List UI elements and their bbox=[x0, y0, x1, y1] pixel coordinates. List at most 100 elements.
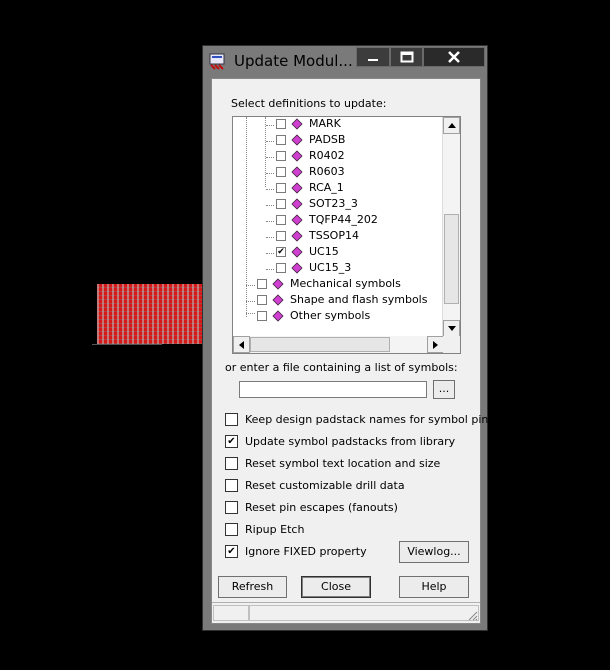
close-window-button[interactable] bbox=[423, 47, 485, 67]
tree-group-label: Other symbols bbox=[290, 309, 371, 322]
window-title: Update Modul... bbox=[234, 52, 353, 70]
option-checkbox[interactable] bbox=[225, 413, 238, 426]
tree-item[interactable]: TSSOP14 bbox=[233, 229, 443, 245]
symbol-icon bbox=[291, 198, 303, 210]
tree-item-label: UC15_3 bbox=[309, 261, 352, 274]
tree-item-label: R0402 bbox=[309, 149, 345, 162]
tree-item[interactable]: TQFP44_202 bbox=[233, 213, 443, 229]
tree-item-checkbox[interactable] bbox=[276, 167, 286, 177]
symbol-icon bbox=[291, 150, 303, 162]
scroll-right-button[interactable] bbox=[427, 336, 444, 353]
option-label: Ignore FIXED property bbox=[245, 545, 367, 558]
option-checkbox[interactable] bbox=[225, 479, 238, 492]
close-button[interactable]: Close bbox=[301, 576, 371, 598]
scroll-down-button[interactable] bbox=[443, 320, 460, 337]
tree-item-label: R0603 bbox=[309, 165, 345, 178]
status-pane bbox=[213, 605, 249, 621]
arrow-left-icon bbox=[239, 340, 244, 349]
symbol-icon bbox=[291, 166, 303, 178]
close-icon bbox=[448, 51, 460, 63]
tree-item[interactable]: ✔ UC15 bbox=[233, 245, 443, 261]
tree-item-label: PADSB bbox=[309, 133, 346, 146]
scroll-thumb[interactable] bbox=[250, 337, 390, 352]
maximize-icon bbox=[400, 51, 413, 63]
file-list-label: or enter a file containing a list of sym… bbox=[225, 361, 458, 374]
symbol-icon bbox=[291, 214, 303, 226]
option-label: Reset symbol text location and size bbox=[245, 457, 441, 470]
tree-group-checkbox[interactable] bbox=[257, 295, 267, 305]
tree-group-checkbox[interactable] bbox=[257, 279, 267, 289]
tree-group[interactable]: Other symbols bbox=[233, 309, 443, 325]
tree-item[interactable]: R0603 bbox=[233, 165, 443, 181]
scroll-up-button[interactable] bbox=[443, 117, 460, 134]
tree-group[interactable]: Shape and flash symbols bbox=[233, 293, 443, 309]
tree-item[interactable]: UC15_3 bbox=[233, 261, 443, 277]
arrow-right-icon bbox=[433, 340, 438, 349]
symbol-list-file-input[interactable] bbox=[239, 381, 427, 398]
tree-group-label: Shape and flash symbols bbox=[290, 293, 428, 306]
option-checkbox[interactable] bbox=[225, 501, 238, 514]
status-bar bbox=[212, 602, 480, 623]
minimize-icon bbox=[368, 59, 378, 61]
tree-item[interactable]: R0402 bbox=[233, 149, 443, 165]
option-checkbox[interactable]: ✔ bbox=[225, 545, 238, 558]
update-modules-dialog: Update Modul... Select definitions to up… bbox=[202, 45, 494, 631]
tree-group-checkbox[interactable] bbox=[257, 311, 267, 321]
option-checkbox[interactable] bbox=[225, 523, 238, 536]
minimize-button[interactable] bbox=[356, 47, 390, 67]
symbol-icon bbox=[291, 230, 303, 242]
symbol-icon bbox=[291, 246, 303, 258]
status-pane bbox=[249, 605, 479, 621]
select-definitions-label: Select definitions to update: bbox=[231, 97, 387, 110]
tree-item-label: TSSOP14 bbox=[309, 229, 359, 242]
arrow-up-icon bbox=[447, 123, 456, 128]
tree-group-label: Mechanical symbols bbox=[290, 277, 401, 290]
resize-grip-icon[interactable] bbox=[466, 609, 478, 621]
tree-group[interactable]: Mechanical symbols bbox=[233, 277, 443, 293]
tree-item-checkbox[interactable] bbox=[276, 263, 286, 273]
maximize-button[interactable] bbox=[390, 47, 423, 67]
tree-item-checkbox[interactable] bbox=[276, 199, 286, 209]
board-outline bbox=[92, 344, 162, 345]
tree-item-checkbox[interactable]: ✔ bbox=[276, 247, 286, 257]
tree-item-checkbox[interactable] bbox=[276, 151, 286, 161]
tree-item[interactable]: RCA_1 bbox=[233, 181, 443, 197]
tree-item-label: SOT23_3 bbox=[309, 197, 358, 210]
tree-item-checkbox[interactable] bbox=[276, 231, 286, 241]
refresh-button[interactable]: Refresh bbox=[218, 576, 287, 598]
tree-item-checkbox[interactable] bbox=[276, 135, 286, 145]
symbol-tree[interactable]: MARK PADSB R0402 R0603 RCA_1 SOT23_3 TQF… bbox=[232, 116, 461, 354]
option-label: Update symbol padstacks from library bbox=[245, 435, 456, 448]
viewlog-button[interactable]: Viewlog... bbox=[399, 541, 469, 563]
symbol-group-icon bbox=[272, 310, 284, 322]
option-label: Ripup Etch bbox=[245, 523, 305, 536]
title-bar[interactable]: Update Modul... bbox=[203, 46, 487, 76]
help-button[interactable]: Help bbox=[399, 576, 469, 598]
scroll-thumb[interactable] bbox=[444, 214, 459, 304]
app-icon bbox=[209, 53, 225, 70]
scroll-corner bbox=[443, 336, 460, 353]
tree-item-checkbox[interactable] bbox=[276, 215, 286, 225]
symbol-group-icon bbox=[272, 294, 284, 306]
option-checkbox[interactable]: ✔ bbox=[225, 435, 238, 448]
scroll-left-button[interactable] bbox=[233, 336, 250, 353]
option-label: Reset pin escapes (fanouts) bbox=[245, 501, 398, 514]
tree-vertical-scrollbar[interactable] bbox=[442, 117, 460, 337]
tree-item[interactable]: SOT23_3 bbox=[233, 197, 443, 213]
symbol-icon bbox=[291, 134, 303, 146]
option-label: Reset customizable drill data bbox=[245, 479, 405, 492]
tree-item-label: TQFP44_202 bbox=[309, 213, 378, 226]
option-checkbox[interactable] bbox=[225, 457, 238, 470]
symbol-group-icon bbox=[272, 278, 284, 290]
tree-horizontal-scrollbar[interactable] bbox=[233, 336, 444, 353]
arrow-down-icon bbox=[447, 326, 456, 331]
symbol-icon bbox=[291, 118, 303, 130]
dialog-body: Select definitions to update: MARK PADSB bbox=[211, 78, 494, 624]
tree-item-checkbox[interactable] bbox=[276, 183, 286, 193]
tree-item-checkbox[interactable] bbox=[276, 119, 286, 129]
tree-item[interactable]: PADSB bbox=[233, 133, 443, 149]
tree-item[interactable]: MARK bbox=[233, 117, 443, 133]
browse-button[interactable]: ... bbox=[433, 380, 455, 399]
option-label: Keep design padstack names for symbol pi… bbox=[245, 413, 495, 426]
tree-item-label: RCA_1 bbox=[309, 181, 344, 194]
